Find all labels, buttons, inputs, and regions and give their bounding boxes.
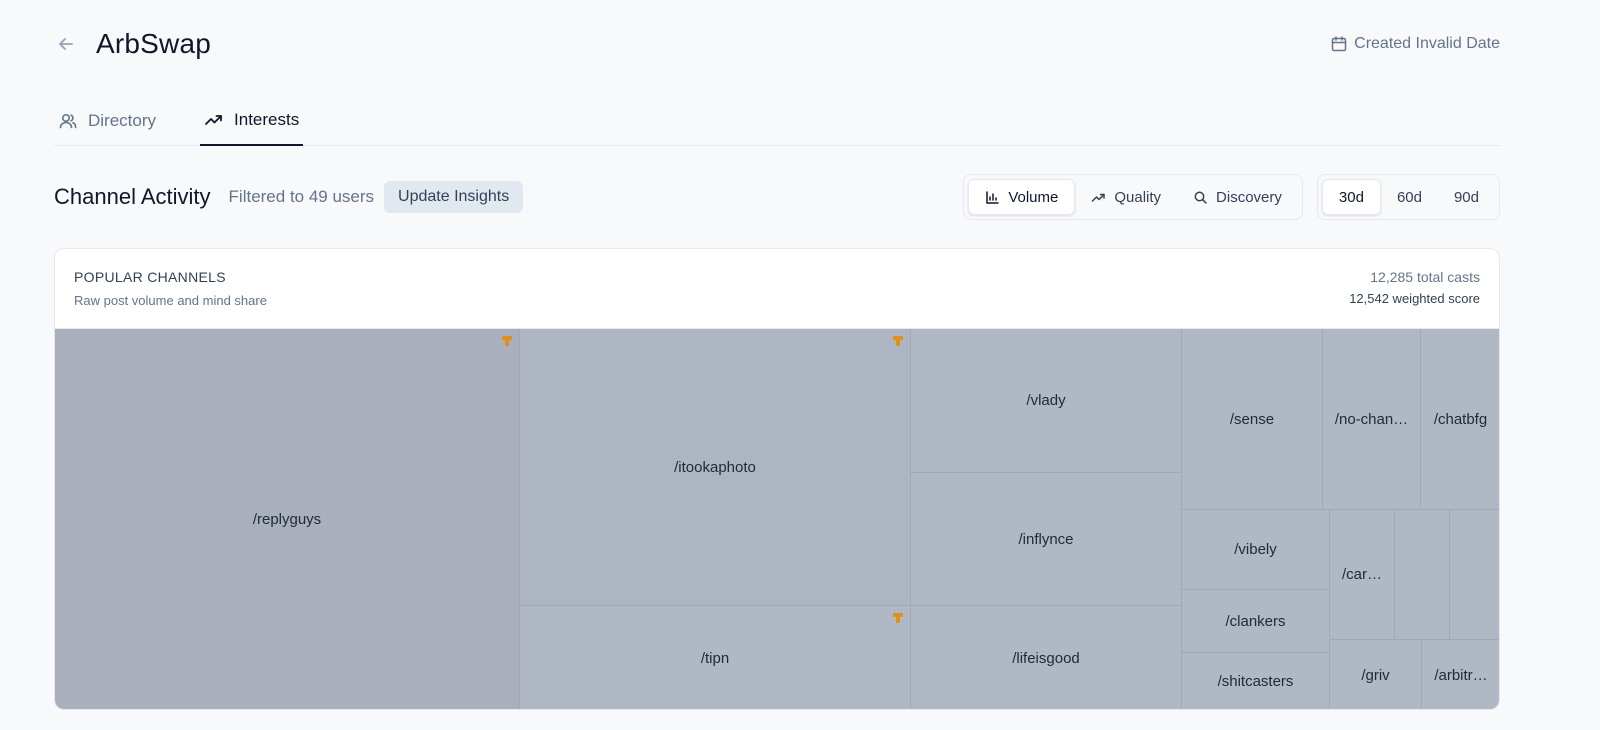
calendar-icon <box>1331 36 1347 52</box>
treemap-cell[interactable]: /clankers <box>1182 590 1330 653</box>
tab-bar: Directory Interests <box>54 96 1500 146</box>
arrow-left-icon <box>59 38 73 50</box>
tab-directory-label: Directory <box>88 110 157 130</box>
badge-icon <box>893 336 903 346</box>
mode-quality-label: Quality <box>1114 188 1162 206</box>
treemap-cell-label: /shitcasters <box>1217 673 1294 690</box>
created-date: Created Invalid Date <box>1330 35 1500 53</box>
treemap-cell[interactable]: /griv <box>1330 640 1422 709</box>
treemap-cell[interactable] <box>1395 510 1450 640</box>
back-button[interactable] <box>54 32 78 56</box>
header-left: ArbSwap <box>54 28 211 60</box>
section-title: Channel Activity <box>54 184 211 209</box>
tab-directory[interactable]: Directory <box>54 96 160 145</box>
treemap-cell-label: /tipn <box>700 649 730 667</box>
treemap-cell[interactable]: /arbitr… <box>1422 640 1499 709</box>
range-30d-button[interactable]: 30d <box>1321 179 1381 215</box>
treemap-cell-label: /clankers <box>1225 612 1286 630</box>
treemap-cell-label: /itookaphoto <box>674 458 756 476</box>
card-header: POPULAR CHANNELS Raw post volume and min… <box>55 249 1499 329</box>
range-90d-button[interactable]: 90d <box>1438 179 1495 215</box>
treemap-cell-label: /griv <box>1361 666 1390 684</box>
treemap-cell[interactable]: /chatbfg <box>1421 329 1499 510</box>
mode-quality-button[interactable]: Quality <box>1075 179 1177 215</box>
treemap-cell[interactable] <box>1450 510 1499 640</box>
mode-volume-button[interactable]: Volume <box>968 179 1076 215</box>
treemap-cell-label: /arbitr… <box>1434 666 1488 684</box>
treemap-cell-label: /no-chan… <box>1334 410 1409 428</box>
total-casts: 12,285 total casts <box>1370 269 1480 285</box>
card-title: POPULAR CHANNELS <box>74 269 226 285</box>
treemap-cell-label: /inflynce <box>1018 530 1074 548</box>
card-stats: 12,285 total casts 12,542 weighted score <box>1349 269 1480 328</box>
card-subtitle: Raw post volume and mind share <box>74 293 267 308</box>
treemap-cell-label: /sense <box>1229 410 1275 428</box>
treemap-cell[interactable]: /no-chan… <box>1323 329 1421 510</box>
treemap-cell[interactable]: /replyguys <box>55 329 520 709</box>
mode-volume-label: Volume <box>1008 188 1059 206</box>
popular-channels-card: POPULAR CHANNELS Raw post volume and min… <box>54 248 1500 710</box>
badge-icon <box>502 336 512 346</box>
card-heading: POPULAR CHANNELS Raw post volume and min… <box>74 269 267 328</box>
treemap-cell-label: /vlady <box>1026 392 1066 409</box>
activity-toolbar: Channel Activity Filtered to 49 users Up… <box>54 174 1500 220</box>
treemap-cell[interactable]: /vibely <box>1182 510 1330 590</box>
treemap-cell[interactable]: /lifeisgood <box>911 606 1182 709</box>
filter-status: Filtered to 49 users <box>228 187 375 206</box>
treemap-cell[interactable]: /vlady <box>911 329 1182 473</box>
created-date-text: Created Invalid Date <box>1354 35 1500 52</box>
activity-controls: Volume Quality Discovery 30d 60d 90d <box>963 174 1500 220</box>
search-icon <box>1194 191 1207 204</box>
treemap-cell[interactable]: /sense <box>1182 329 1323 510</box>
activity-left: Channel Activity Filtered to 49 users Up… <box>54 181 524 213</box>
page-header: ArbSwap Created Invalid Date <box>54 22 1500 66</box>
mode-selector: Volume Quality Discovery <box>963 174 1303 220</box>
treemap-cell-label: /replyguys <box>252 511 322 528</box>
tab-interests-label: Interests <box>234 110 300 129</box>
badge-icon <box>893 613 903 623</box>
trending-up-icon <box>1092 193 1106 202</box>
range-selector: 30d 60d 90d <box>1316 174 1500 220</box>
update-insights-button[interactable]: Update Insights <box>384 181 524 213</box>
mode-discovery-button[interactable]: Discovery <box>1177 179 1298 215</box>
tab-interests[interactable]: Interests <box>200 96 304 146</box>
weighted-score: 12,542 weighted score <box>1349 291 1480 306</box>
treemap-cell-label: /lifeisgood <box>1012 649 1080 667</box>
page-title: ArbSwap <box>96 28 212 59</box>
treemap-cell-label: /chatbfg <box>1433 410 1488 428</box>
mode-discovery-label: Discovery <box>1216 188 1282 206</box>
range-60d-button[interactable]: 60d <box>1381 179 1438 215</box>
treemap-cell-label: /car… <box>1341 566 1382 583</box>
treemap-cell[interactable]: /itookaphoto <box>520 329 911 606</box>
trending-up-icon <box>205 115 222 125</box>
treemap-cell[interactable]: /shitcasters <box>1182 653 1330 709</box>
treemap-cell[interactable]: /car… <box>1330 510 1395 640</box>
treemap-cell[interactable]: /tipn <box>520 606 911 709</box>
treemap-cell[interactable]: /inflynce <box>911 473 1182 606</box>
channel-treemap: /replyguys/itookaphoto/tipn/vlady/inflyn… <box>55 329 1499 709</box>
users-icon <box>59 113 77 128</box>
treemap-cell-label: /vibely <box>1234 541 1277 558</box>
bar-chart-icon <box>986 190 1000 204</box>
